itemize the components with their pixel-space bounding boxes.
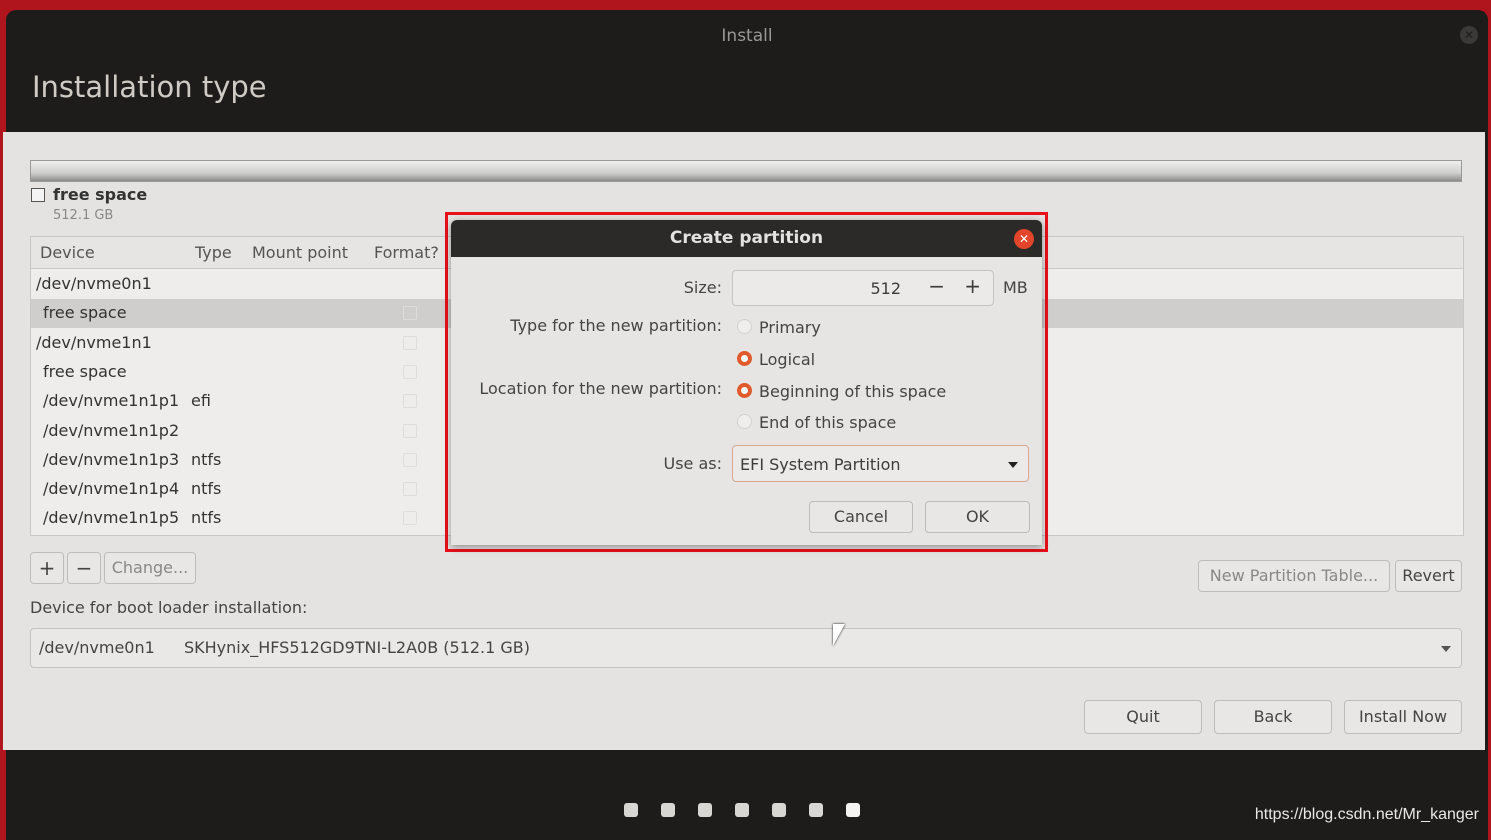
cancel-button[interactable]: Cancel: [809, 501, 913, 533]
ok-button[interactable]: OK: [925, 501, 1030, 533]
bootloader-device: /dev/nvme0n1: [39, 638, 155, 657]
row-device: /dev/nvme1n1p3: [43, 449, 180, 469]
progress-dot: [698, 803, 712, 817]
watermark: https://blog.csdn.net/Mr_kanger: [1254, 806, 1479, 823]
progress-dot: [809, 803, 823, 817]
install-now-button[interactable]: Install Now: [1344, 700, 1462, 734]
dialog-titlebar: Create partition ✕: [451, 220, 1042, 257]
size-decrease-button[interactable]: −: [928, 274, 945, 298]
radio-logical[interactable]: [737, 351, 752, 366]
radio-primary[interactable]: [737, 319, 752, 334]
dialog-title: Create partition: [669, 228, 824, 248]
progress-dot: [735, 803, 749, 817]
window-close-button[interactable]: ✕: [1460, 26, 1478, 44]
size-label: Size:: [683, 278, 722, 297]
column-type[interactable]: Type: [195, 243, 232, 262]
change-partition-button[interactable]: Change...: [104, 552, 196, 584]
legend-name: free space: [53, 185, 148, 204]
new-partition-table-button[interactable]: New Partition Table...: [1198, 560, 1390, 592]
chevron-down-icon: [1008, 462, 1018, 468]
row-device: free space: [43, 303, 127, 323]
disk-usage-bar: [30, 160, 1462, 182]
format-checkbox[interactable]: [403, 306, 417, 321]
row-device: /dev/nvme1n1p1: [43, 391, 180, 411]
create-partition-dialog: Create partition ✕ Size: 512 − + MB Type…: [451, 220, 1042, 545]
remove-partition-button[interactable]: −: [67, 552, 101, 584]
beginning-label[interactable]: Beginning of this space: [759, 382, 946, 401]
format-checkbox[interactable]: [403, 394, 417, 409]
row-type: ntfs: [191, 449, 222, 469]
use-as-value: EFI System Partition: [740, 455, 901, 474]
row-type: ntfs: [191, 479, 222, 499]
quit-button[interactable]: Quit: [1084, 700, 1202, 734]
revert-button[interactable]: Revert: [1395, 560, 1462, 592]
row-type: efi: [191, 391, 211, 411]
format-checkbox[interactable]: [403, 511, 417, 526]
row-type: ntfs: [191, 508, 222, 528]
size-increase-button[interactable]: +: [964, 274, 981, 298]
legend-swatch: [31, 188, 45, 202]
page-title: Installation type: [32, 70, 267, 104]
mouse-pointer-icon: [833, 624, 845, 646]
row-device: free space: [43, 361, 127, 381]
add-partition-button[interactable]: +: [30, 552, 64, 584]
format-checkbox[interactable]: [403, 423, 417, 438]
radio-end[interactable]: [737, 414, 752, 429]
bootloader-device-select[interactable]: /dev/nvme0n1 SKHynix_HFS512GD9TNI-L2A0B …: [30, 628, 1462, 668]
progress-dots: [624, 803, 860, 817]
window-title: Install: [721, 26, 773, 46]
logical-label[interactable]: Logical: [759, 350, 815, 369]
row-device: /dev/nvme0n1: [36, 274, 152, 293]
format-checkbox[interactable]: [403, 452, 417, 467]
format-checkbox[interactable]: [403, 335, 417, 350]
use-as-label: Use as:: [663, 454, 722, 473]
row-device: /dev/nvme1n1p4: [43, 479, 180, 499]
use-as-select[interactable]: EFI System Partition: [732, 445, 1029, 482]
progress-dot: [846, 803, 860, 817]
row-device: /dev/nvme1n1: [36, 332, 152, 352]
type-label: Type for the new partition:: [510, 316, 722, 335]
column-device[interactable]: Device: [40, 243, 95, 262]
format-checkbox[interactable]: [403, 364, 417, 379]
end-label[interactable]: End of this space: [759, 413, 896, 432]
radio-beginning[interactable]: [737, 383, 752, 398]
location-label: Location for the new partition:: [479, 379, 722, 398]
dialog-close-button[interactable]: ✕: [1014, 229, 1034, 249]
size-unit: MB: [1003, 278, 1028, 297]
bootloader-model: SKHynix_HFS512GD9TNI-L2A0B (512.1 GB): [184, 638, 531, 657]
back-button[interactable]: Back: [1214, 700, 1332, 734]
row-device: /dev/nvme1n1p5: [43, 508, 180, 528]
progress-dot: [624, 803, 638, 817]
progress-dot: [772, 803, 786, 817]
size-spinbutton[interactable]: 512 − +: [732, 270, 994, 306]
column-format[interactable]: Format?: [374, 243, 439, 262]
row-device: /dev/nvme1n1p2: [43, 420, 180, 440]
size-input[interactable]: 512: [870, 279, 901, 298]
progress-dot: [661, 803, 675, 817]
bootloader-label: Device for boot loader installation:: [30, 598, 308, 617]
format-checkbox[interactable]: [403, 482, 417, 497]
legend-size: 512.1 GB: [53, 208, 114, 223]
column-mount-point[interactable]: Mount point: [252, 243, 348, 262]
primary-label[interactable]: Primary: [759, 318, 821, 337]
chevron-down-icon: [1441, 646, 1451, 652]
